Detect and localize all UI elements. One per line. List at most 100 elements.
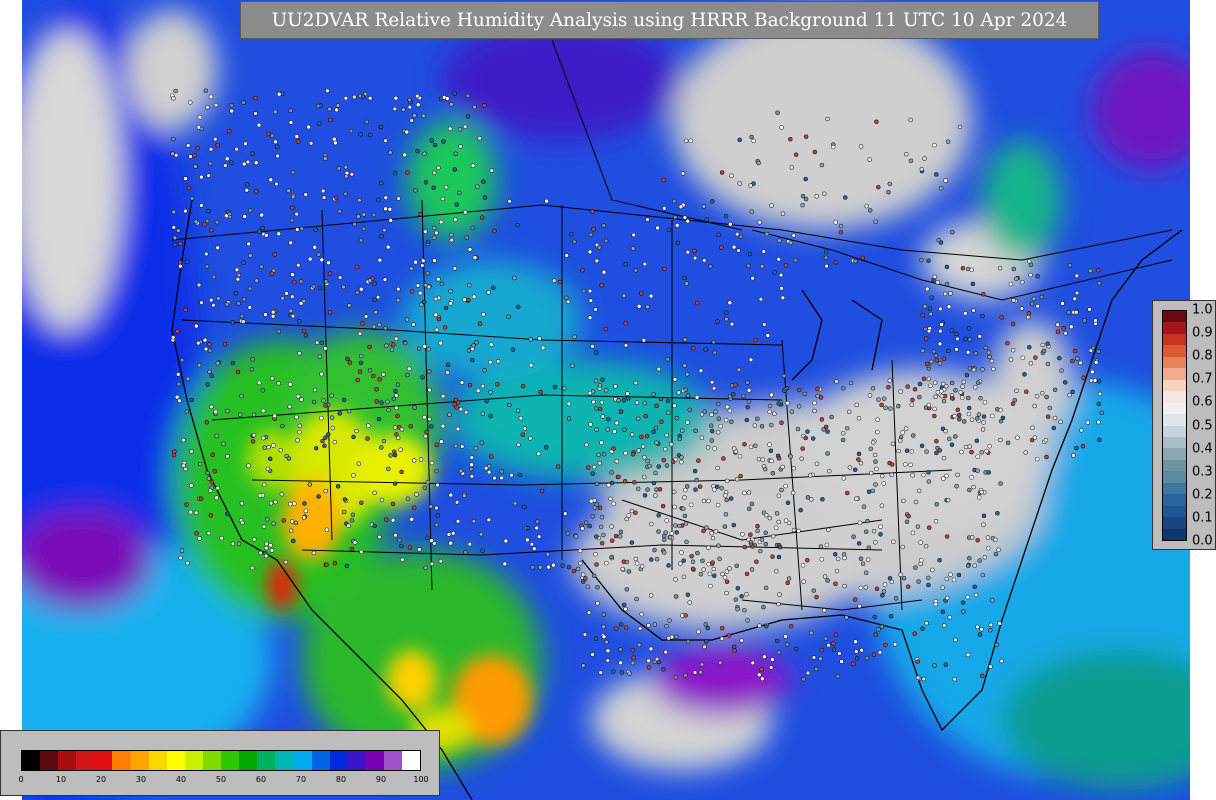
station-dot bbox=[481, 103, 487, 108]
station-dot bbox=[997, 621, 1002, 626]
station-dot bbox=[472, 255, 478, 260]
station-dot bbox=[625, 391, 630, 396]
station-dot bbox=[283, 559, 289, 565]
station-dot bbox=[590, 344, 595, 349]
station-dot bbox=[266, 444, 271, 450]
colorbar-segment bbox=[58, 751, 77, 770]
station-dot bbox=[868, 446, 874, 452]
colorbar-segment bbox=[239, 751, 258, 770]
station-dot bbox=[763, 530, 768, 536]
station-dot bbox=[680, 171, 686, 176]
station-dot bbox=[662, 446, 668, 452]
station-dot bbox=[926, 525, 932, 530]
colorbar-segment bbox=[1163, 414, 1186, 426]
colorbar-segment bbox=[1163, 368, 1186, 380]
station-dot bbox=[350, 512, 356, 518]
station-dot bbox=[729, 321, 735, 327]
station-dot bbox=[932, 380, 938, 385]
station-dot bbox=[596, 452, 601, 458]
station-dot bbox=[394, 393, 399, 398]
station-dot bbox=[713, 529, 719, 534]
station-dot bbox=[537, 565, 543, 570]
station-dot bbox=[683, 138, 689, 144]
colorbar-tick-label: 90 bbox=[375, 775, 387, 784]
station-dot bbox=[825, 578, 830, 583]
station-dot bbox=[685, 639, 691, 645]
station-dot bbox=[934, 502, 939, 507]
station-dot bbox=[1034, 393, 1040, 399]
station-dot bbox=[215, 485, 220, 491]
station-dot bbox=[955, 336, 960, 342]
station-dot bbox=[873, 482, 878, 487]
station-dot bbox=[967, 487, 972, 493]
station-dot bbox=[858, 460, 864, 466]
station-dot bbox=[819, 162, 825, 168]
station-dot bbox=[171, 136, 176, 142]
station-dot bbox=[936, 237, 941, 243]
station-dot bbox=[250, 151, 255, 157]
station-dot bbox=[566, 564, 572, 570]
station-dot bbox=[423, 282, 429, 288]
station-dot bbox=[939, 388, 944, 394]
station-dot bbox=[426, 346, 432, 352]
station-dot bbox=[429, 424, 434, 429]
station-dot bbox=[685, 218, 690, 224]
station-dot bbox=[645, 304, 650, 310]
colorbar-segment bbox=[184, 751, 203, 770]
station-dot bbox=[383, 206, 388, 212]
station-dot bbox=[1059, 368, 1064, 373]
station-dot bbox=[264, 545, 269, 551]
station-dot bbox=[272, 413, 277, 419]
station-dot bbox=[656, 366, 662, 372]
station-dot bbox=[994, 407, 1000, 412]
station-dot bbox=[867, 157, 872, 162]
station-dot bbox=[756, 160, 761, 166]
station-dot bbox=[386, 466, 391, 472]
station-dot bbox=[1043, 437, 1049, 443]
station-dot bbox=[770, 554, 775, 559]
station-dot bbox=[1026, 258, 1032, 264]
station-dot bbox=[293, 520, 299, 526]
station-dot bbox=[671, 489, 677, 495]
station-dot bbox=[241, 100, 246, 105]
station-dot bbox=[909, 402, 915, 408]
station-dot bbox=[719, 170, 725, 175]
station-dot bbox=[467, 247, 473, 252]
station-dot bbox=[259, 264, 264, 270]
station-dot bbox=[767, 409, 772, 415]
station-dot bbox=[202, 221, 207, 227]
station-dot bbox=[669, 531, 674, 536]
station-dot bbox=[780, 464, 785, 470]
station-dot bbox=[276, 91, 282, 97]
station-dot bbox=[462, 297, 467, 302]
station-dot bbox=[711, 566, 717, 572]
station-dot bbox=[399, 543, 404, 549]
station-dot bbox=[866, 489, 872, 494]
station-dot bbox=[675, 240, 681, 246]
colorbar-segment bbox=[1163, 436, 1186, 449]
station-dot bbox=[1045, 361, 1051, 367]
station-dot bbox=[953, 637, 958, 643]
station-dot bbox=[665, 356, 670, 362]
station-dot bbox=[742, 607, 747, 613]
station-dot bbox=[757, 623, 762, 628]
station-dot bbox=[357, 369, 363, 375]
station-dot bbox=[941, 381, 946, 387]
station-dot bbox=[800, 193, 806, 199]
station-dot bbox=[681, 558, 686, 563]
station-dot bbox=[185, 376, 191, 382]
station-dot bbox=[464, 235, 470, 240]
station-dot bbox=[271, 443, 276, 448]
station-dot bbox=[515, 222, 520, 228]
station-dot bbox=[213, 409, 219, 415]
station-dot bbox=[1096, 280, 1102, 286]
station-dot bbox=[355, 377, 360, 383]
station-dot bbox=[943, 662, 949, 667]
station-dot bbox=[793, 258, 798, 263]
station-dot bbox=[352, 222, 357, 227]
station-dot bbox=[949, 442, 955, 447]
station-dot bbox=[594, 481, 600, 487]
station-dot bbox=[883, 405, 888, 411]
station-dot bbox=[360, 321, 365, 326]
station-dot bbox=[422, 151, 427, 157]
